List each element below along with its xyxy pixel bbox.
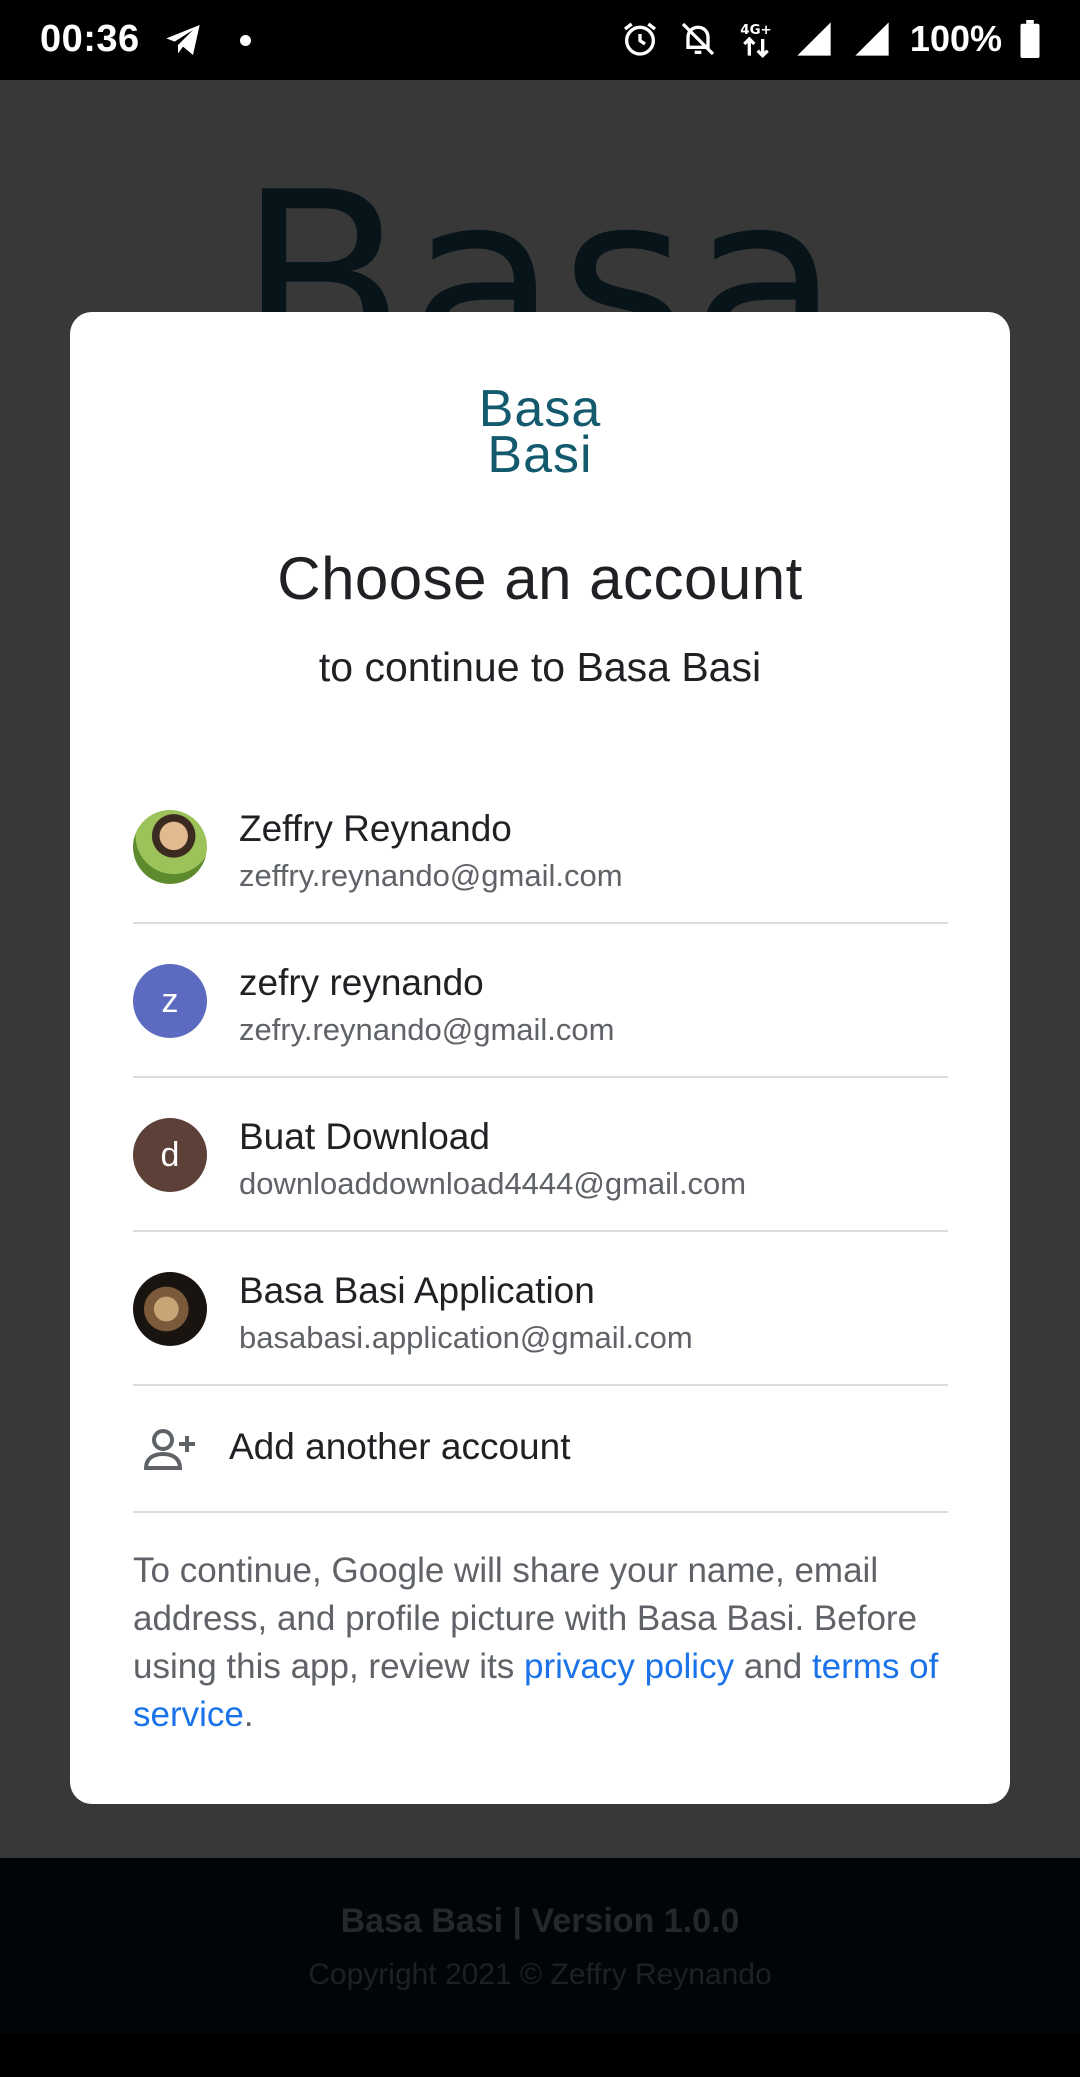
avatar: z	[133, 964, 207, 1038]
battery-percent: 100%	[909, 18, 1002, 59]
account-chooser-dialog: Basa Basi Choose an account to continue …	[70, 312, 1010, 1804]
footer-version: Basa Basi | Version 1.0.0	[340, 1902, 740, 1940]
account-email: zeffry.reynando@gmail.com	[239, 858, 623, 893]
dialog-title: Choose an account	[277, 545, 803, 612]
avatar: d	[133, 1118, 207, 1192]
telegram-icon	[166, 25, 200, 55]
dialog-subtitle: to continue to Basa Basi	[318, 644, 762, 690]
battery-icon	[1020, 20, 1040, 58]
account-item[interactable]: Zeffry Reynando zeffry.reynando@gmail.co…	[133, 770, 948, 924]
network-4g-icon: 4G+	[740, 23, 772, 59]
signal-icon	[855, 22, 889, 56]
footer-copyright: Copyright 2021 © Zeffry Reynando	[308, 1958, 772, 1991]
account-email: downloaddownload4444@gmail.com	[239, 1166, 747, 1201]
add-account-label: Add another account	[229, 1426, 571, 1467]
account-email: zefry.reynando@gmail.com	[239, 1012, 615, 1047]
consent-text: To continue, Google will share your name…	[133, 1547, 948, 1739]
consent-text-part2: and	[734, 1647, 812, 1686]
alarm-icon	[623, 22, 656, 56]
svg-text:4G+: 4G+	[740, 23, 771, 38]
brand-logo: Basa Basi	[70, 383, 1010, 484]
brand-logo-line2: Basi	[487, 426, 593, 484]
navigation-bar	[0, 2034, 1080, 2077]
avatar	[133, 1272, 207, 1346]
notification-dot-icon	[240, 35, 251, 46]
consent-text-part3: .	[243, 1695, 254, 1734]
avatar	[133, 810, 207, 884]
account-item[interactable]: z zefry reynando zefry.reynando@gmail.co…	[133, 924, 948, 1078]
status-bar: 00:36 4G+ 100%	[0, 0, 1080, 80]
notifications-off-icon	[681, 22, 715, 56]
add-account-button[interactable]: Add another account	[133, 1386, 948, 1513]
account-item[interactable]: d Buat Download downloaddownload4444@gma…	[133, 1078, 948, 1232]
privacy-policy-link[interactable]: privacy policy	[524, 1647, 734, 1686]
account-list: Zeffry Reynando zeffry.reynando@gmail.co…	[133, 770, 948, 1513]
account-item[interactable]: Basa Basi Application basabasi.applicati…	[133, 1232, 948, 1386]
account-name: Buat Download	[239, 1116, 490, 1157]
account-name: zefry reynando	[239, 962, 484, 1003]
signal-icon	[797, 22, 831, 56]
account-email: basabasi.application@gmail.com	[239, 1320, 693, 1355]
account-name: Basa Basi Application	[239, 1270, 595, 1311]
status-time: 00:36	[40, 18, 140, 60]
person-add-icon	[143, 1429, 195, 1470]
account-name: Zeffry Reynando	[239, 808, 512, 849]
app-footer: Basa Basi | Version 1.0.0 Copyright 2021…	[0, 1858, 1080, 2034]
status-icons: 4G+ 100%	[620, 18, 1040, 60]
